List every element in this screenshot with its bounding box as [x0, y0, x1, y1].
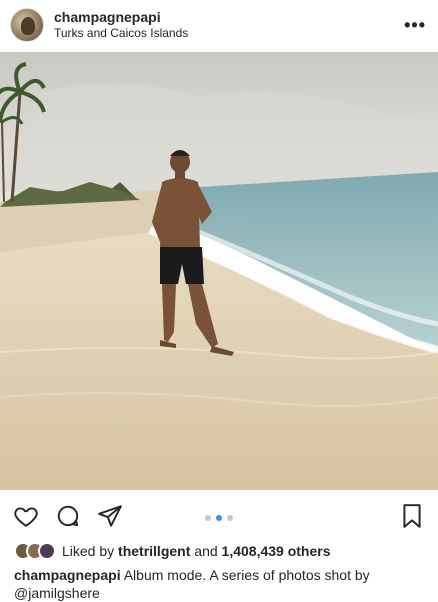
likes-joiner: and — [194, 543, 218, 559]
post-photo[interactable] — [0, 52, 438, 490]
post-header: champagnepapi Turks and Caicos Islands •… — [0, 0, 438, 50]
location[interactable]: Turks and Caicos Islands — [54, 26, 188, 41]
carousel-dot-active — [216, 515, 222, 521]
caption-username[interactable]: champagnepapi — [14, 567, 121, 583]
likes-prefix: Liked by — [62, 543, 115, 559]
header-text: champagnepapi Turks and Caicos Islands — [54, 9, 188, 41]
username[interactable]: champagnepapi — [54, 9, 188, 26]
carousel-dot — [227, 515, 233, 521]
caption: champagnepapi Album mode. A series of ph… — [14, 566, 424, 602]
avatar — [38, 542, 56, 560]
carousel-indicator — [0, 515, 438, 521]
beach-photo — [0, 52, 438, 490]
more-options-icon[interactable]: ••• — [402, 12, 428, 38]
caption-mention[interactable]: @jamilgshere — [14, 585, 100, 601]
likes-row: Liked by thetrillgent and 1,408,439 othe… — [14, 540, 331, 562]
caption-text: Album mode. A series of photos shot by — [123, 567, 370, 583]
likes-count[interactable]: 1,408,439 others — [222, 543, 331, 559]
avatar[interactable] — [10, 8, 44, 42]
liker-username[interactable]: thetrillgent — [118, 543, 190, 559]
carousel-dot — [205, 515, 211, 521]
liker-avatars[interactable] — [14, 542, 56, 560]
